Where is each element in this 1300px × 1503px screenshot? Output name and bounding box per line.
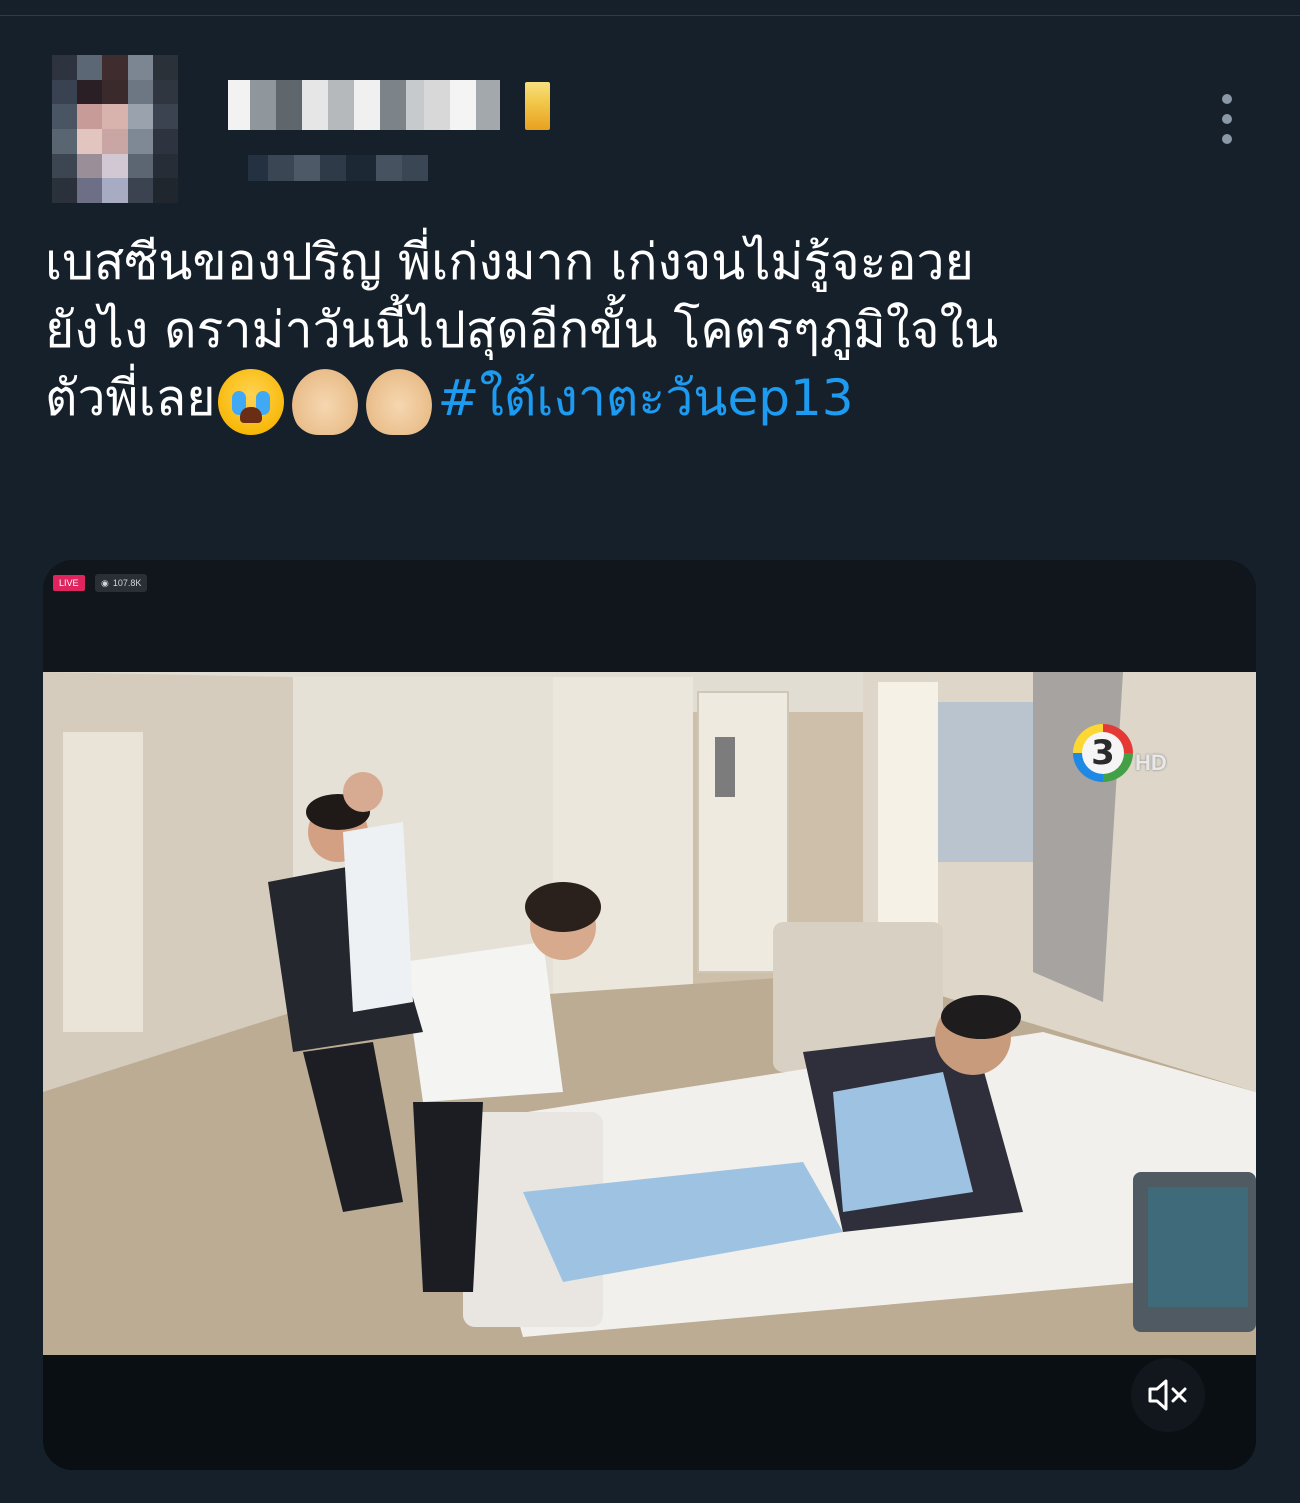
video-bottom-bar — [43, 1355, 1256, 1470]
video-player[interactable]: LIVE ◉ 107.8K 3 HD — [43, 560, 1256, 1470]
tweet-text-line-3: ตัวพี่เลย #ใต้เงาตะวันep13 — [45, 364, 1245, 435]
tweet-text: เบสซีนของปริญ พี่เก่งมาก เก่งจนไม่รู้จะอ… — [45, 228, 1245, 435]
clapping-hands-icon — [291, 368, 358, 435]
tweet-text-line-2: ยังไง ดราม่าวันนี้ไปสุดอีกขั้น โคตรๆภูมิ… — [45, 301, 999, 359]
emoji-group — [217, 368, 432, 435]
avatar[interactable] — [52, 55, 178, 203]
loudly-crying-face-icon — [217, 368, 284, 435]
hospital-room-scene — [43, 672, 1256, 1355]
channel-hd-label: HD — [1135, 750, 1167, 775]
tweet-text-line-3-prefix: ตัวพี่เลย — [45, 369, 216, 427]
author-handle-blurred — [248, 155, 428, 181]
channel-logo-number: 3 — [1082, 732, 1124, 774]
more-options-icon[interactable] — [1214, 94, 1240, 144]
mute-button[interactable] — [1131, 1358, 1205, 1432]
video-top-bar: LIVE ◉ 107.8K — [43, 560, 1256, 672]
speaker-muted-icon — [1148, 1379, 1187, 1411]
viewer-count-badge: ◉ 107.8K — [95, 574, 148, 592]
top-divider — [0, 15, 1300, 16]
verified-badge-icon — [525, 82, 550, 130]
live-badge: LIVE — [53, 575, 85, 591]
author-name-blurred[interactable] — [228, 80, 500, 130]
hashtag-link[interactable]: #ใต้เงาตะวันep13 — [438, 369, 854, 427]
viewer-count: 107.8K — [112, 578, 142, 588]
eye-icon: ◉ — [101, 578, 109, 588]
tweet-screen: เบสซีนของปริญ พี่เก่งมาก เก่งจนไม่รู้จะอ… — [0, 0, 1300, 1503]
video-frame[interactable]: 3 HD — [43, 672, 1256, 1355]
tweet-text-line-1: เบสซีนของปริญ พี่เก่งมาก เก่งจนไม่รู้จะอ… — [45, 233, 974, 291]
channel-3-logo: 3 — [1073, 724, 1133, 782]
clapping-hands-icon — [365, 368, 432, 435]
